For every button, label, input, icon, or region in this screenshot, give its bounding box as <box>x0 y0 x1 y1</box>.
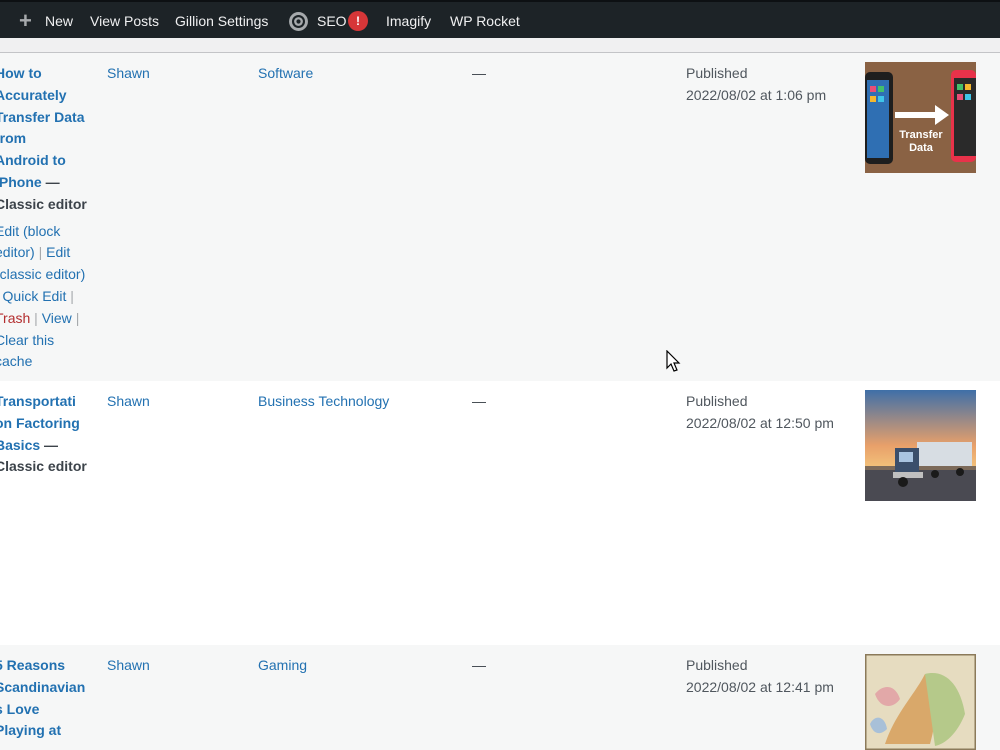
post-thumbnail[interactable] <box>865 390 976 501</box>
post-thumbnail[interactable] <box>865 654 976 750</box>
admin-bar: + New View Posts Gillion Settings SEO ! … <box>0 0 1000 40</box>
seo-notification-badge: ! <box>348 11 368 31</box>
post-title-link[interactable]: Transportati on Factoring Basics <box>0 393 80 453</box>
category-link[interactable]: Gaming <box>258 655 307 677</box>
imagify-menu[interactable]: Imagify <box>386 2 431 40</box>
title-separator: — <box>45 173 60 190</box>
view-link[interactable]: View <box>42 310 72 326</box>
mouse-cursor-icon <box>666 350 681 372</box>
post-thumbnail[interactable]: Transfer Data <box>865 62 976 173</box>
post-status: Published <box>686 657 748 673</box>
author-link[interactable]: Shawn <box>107 391 150 413</box>
date-cell: Published 2022/08/02 at 12:50 pm <box>686 391 834 435</box>
table-row: How to Accurately Transfer Data from And… <box>0 53 1000 381</box>
seo-menu[interactable]: SEO <box>317 2 347 40</box>
post-title-cell: 5 Reasons Scandinavian s Love Playing at <box>0 655 87 742</box>
post-date: 2022/08/02 at 12:41 pm <box>686 678 834 695</box>
table-row: Transportati on Factoring Basics — Class… <box>0 381 1000 645</box>
posts-table: How to Accurately Transfer Data from And… <box>0 38 1000 750</box>
quick-edit-link[interactable]: Quick Edit <box>3 288 67 304</box>
trash-link[interactable]: Trash <box>0 310 30 326</box>
post-title-link[interactable]: 5 Reasons Scandinavian s Love Playing at <box>0 657 85 738</box>
wp-rocket-menu[interactable]: WP Rocket <box>450 2 520 40</box>
tags-cell: — <box>472 65 486 81</box>
post-date: 2022/08/02 at 12:50 pm <box>686 414 834 431</box>
post-state-label: Classic editor <box>0 458 87 475</box>
post-state-label: Classic editor <box>0 195 87 212</box>
theme-settings-link[interactable]: Gillion Settings <box>175 2 268 40</box>
category-link[interactable]: Business Technology <box>258 391 389 413</box>
author-link[interactable]: Shawn <box>107 655 150 677</box>
svg-text:Transfer: Transfer <box>899 129 943 141</box>
author-link[interactable]: Shawn <box>107 63 150 85</box>
title-separator: — <box>44 436 59 453</box>
post-title-cell: Transportati on Factoring Basics — Class… <box>0 391 87 478</box>
plus-icon[interactable]: + <box>19 2 32 40</box>
post-title-link[interactable]: How to Accurately Transfer Data from And… <box>0 65 84 190</box>
post-title-cell: How to Accurately Transfer Data from And… <box>0 63 87 373</box>
new-menu[interactable]: New <box>45 2 73 40</box>
tags-cell: — <box>472 393 486 409</box>
clear-cache-link[interactable]: Clear thiscache <box>0 332 54 370</box>
view-posts-link[interactable]: View Posts <box>90 2 159 40</box>
row-actions: Edit (blockeditor) | Edit(classic editor… <box>0 221 87 374</box>
table-row: 5 Reasons Scandinavian s Love Playing at… <box>0 645 1000 750</box>
date-cell: Published 2022/08/02 at 1:06 pm <box>686 63 826 107</box>
tags-cell: — <box>472 657 486 673</box>
table-header-divider <box>0 38 1000 53</box>
svg-text:Data: Data <box>909 142 934 154</box>
post-status: Published <box>686 65 748 81</box>
date-cell: Published 2022/08/02 at 12:41 pm <box>686 655 834 699</box>
category-link[interactable]: Software <box>258 63 313 85</box>
post-date: 2022/08/02 at 1:06 pm <box>686 86 827 103</box>
post-status: Published <box>686 393 748 409</box>
gear-icon[interactable] <box>288 11 309 32</box>
